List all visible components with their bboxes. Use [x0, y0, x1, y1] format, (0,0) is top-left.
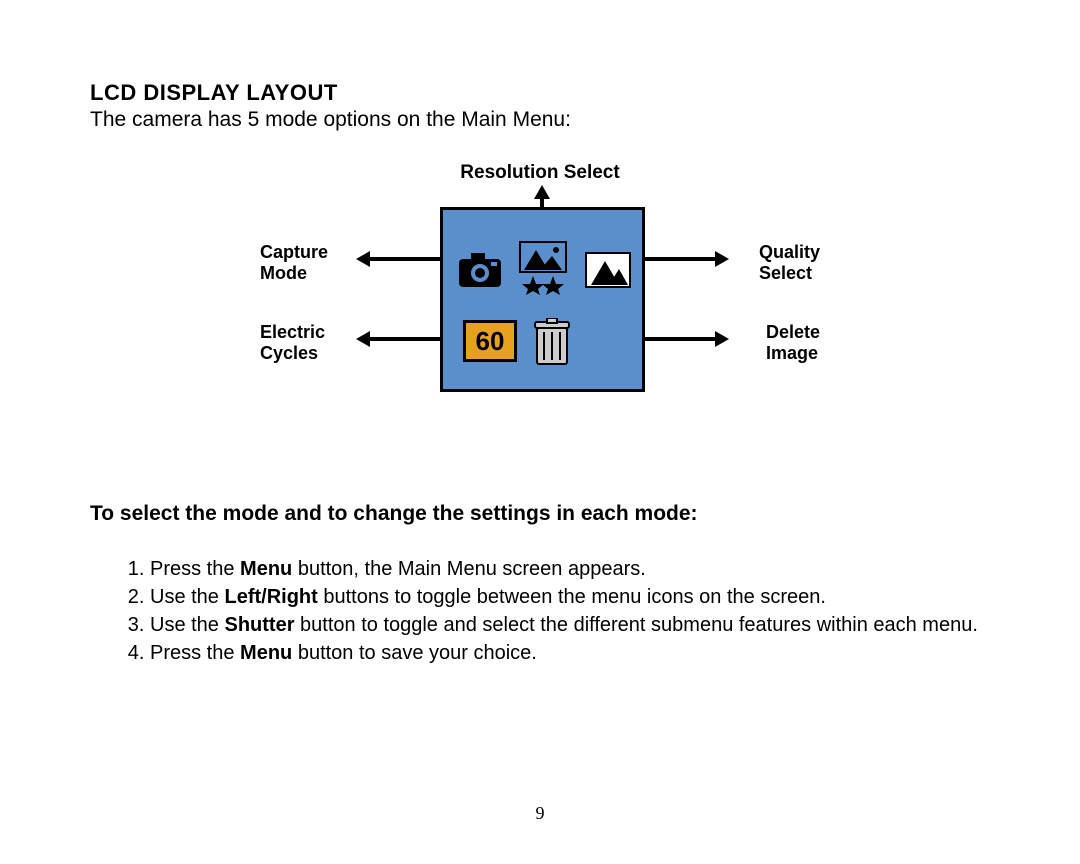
arrow-right [645, 257, 715, 261]
text: button to toggle and select the differen… [294, 614, 977, 636]
text: Press the [150, 642, 240, 664]
list-item: Press the Menu button, the Main Menu scr… [150, 556, 990, 582]
label-line: Mode [260, 263, 307, 283]
lcd-screen: 60 [440, 207, 645, 392]
section-subtext: The camera has 5 mode options on the Mai… [90, 108, 990, 132]
text: Press the [150, 558, 240, 580]
label-capture-mode: Capture Mode [260, 242, 328, 283]
instructions-heading: To select the mode and to change the set… [90, 502, 990, 526]
text: Use the [150, 614, 224, 636]
text: Use the [150, 586, 224, 608]
quality-icon [583, 245, 633, 295]
page-number: 9 [0, 803, 1080, 824]
text: buttons to toggle between the menu icons… [318, 586, 826, 608]
arrow-right [645, 337, 715, 341]
resolution-icon [518, 240, 568, 290]
arrow-left [370, 337, 440, 341]
list-item: Use the Left/Right buttons to toggle bet… [150, 584, 990, 610]
cycles-value: 60 [466, 323, 514, 359]
bold-text: Menu [240, 642, 292, 664]
label-electric-cycles: Electric Cycles [260, 322, 325, 363]
label-delete-image: Delete Image [766, 322, 820, 363]
label-line: Select [759, 263, 812, 283]
list-item: Press the Menu button to save your choic… [150, 640, 990, 666]
trash-icon [533, 318, 571, 366]
list-item: Use the Shutter button to toggle and sel… [150, 612, 990, 638]
lcd-diagram: Resolution Select Capture Mode Electric … [260, 162, 820, 442]
section-heading: LCD DISPLAY LAYOUT [90, 80, 990, 106]
label-quality-select: Quality Select [759, 242, 820, 283]
label-line: Electric [260, 322, 325, 342]
bold-text: Left/Right [224, 586, 317, 608]
label-line: Delete [766, 322, 820, 342]
label-line: Capture [260, 242, 328, 262]
bold-text: Shutter [224, 614, 294, 636]
label-line: Image [766, 343, 818, 363]
cycles-icon: 60 [463, 320, 517, 362]
text: button to save your choice. [292, 642, 537, 664]
text: button, the Main Menu screen appears. [292, 558, 646, 580]
arrow-left [370, 257, 440, 261]
instructions-list: Press the Menu button, the Main Menu scr… [120, 556, 990, 666]
label-line: Quality [759, 242, 820, 262]
bold-text: Menu [240, 558, 292, 580]
label-resolution-select: Resolution Select [260, 162, 820, 184]
camera-icon [455, 245, 505, 295]
label-line: Cycles [260, 343, 318, 363]
